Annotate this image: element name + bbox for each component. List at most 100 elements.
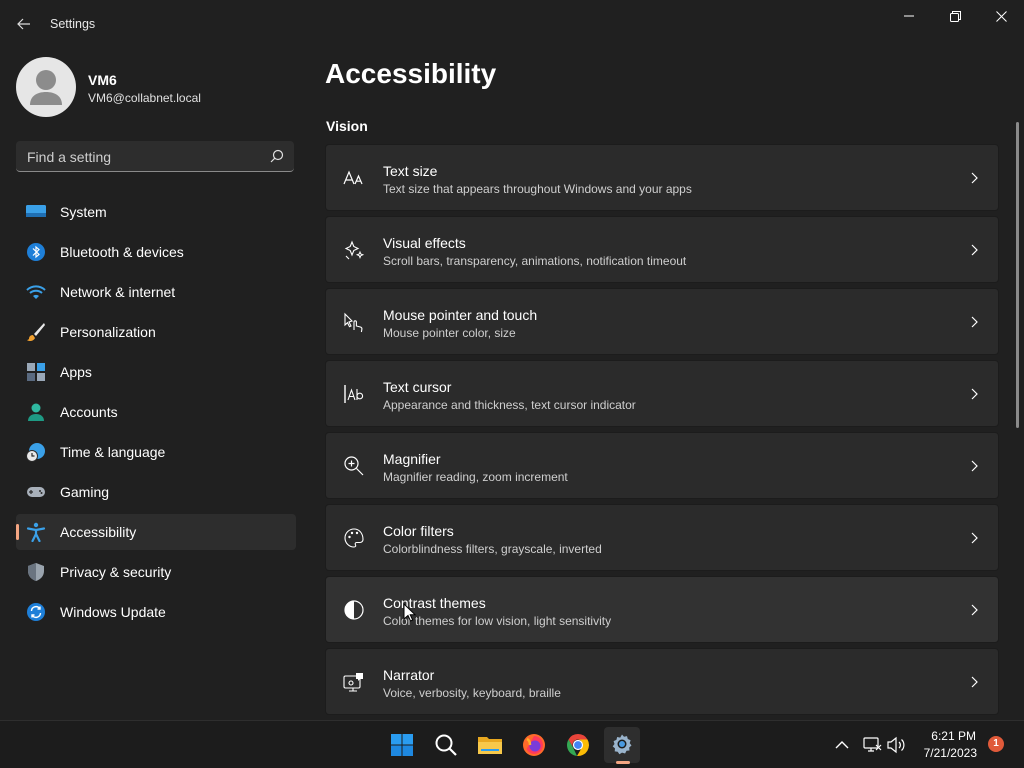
sidebar-item-label: Bluetooth & devices <box>60 244 184 260</box>
card-title: Color filters <box>383 523 454 539</box>
chevron-right-icon <box>971 388 978 400</box>
search-icon <box>270 149 284 163</box>
back-button[interactable] <box>10 12 38 36</box>
search-input[interactable] <box>16 141 269 173</box>
taskbar-search-button[interactable] <box>428 727 464 763</box>
card-title: Magnifier <box>383 451 441 467</box>
clock-time[interactable]: 6:21 PM <box>931 729 976 743</box>
chevron-right-icon <box>971 676 978 688</box>
magnifier-icon <box>344 456 364 476</box>
sidebar-item-label: System <box>60 204 107 220</box>
network-icon[interactable] <box>862 735 882 755</box>
settings-taskbar-button[interactable] <box>604 727 640 764</box>
palette-icon <box>344 528 364 548</box>
volume-icon[interactable] <box>886 735 906 755</box>
card-text-cursor[interactable]: Text cursor Appearance and thickness, te… <box>325 360 999 427</box>
file-explorer-icon <box>478 737 502 754</box>
sidebar-item-privacy[interactable]: Privacy & security <box>16 554 296 590</box>
active-app-indicator <box>616 761 630 764</box>
card-title: Text size <box>383 163 438 179</box>
sidebar-item-gaming[interactable]: Gaming <box>16 474 296 510</box>
chevron-right-icon <box>971 604 978 616</box>
sidebar-item-bluetooth[interactable]: Bluetooth & devices <box>16 234 296 270</box>
minimize-button[interactable] <box>886 0 932 32</box>
sidebar-item-system[interactable]: System <box>16 194 296 230</box>
settings-icon <box>612 734 632 755</box>
sidebar-item-label: Privacy & security <box>60 564 172 580</box>
card-visual-effects[interactable]: Visual effects Scroll bars, transparency… <box>325 216 999 283</box>
user-profile[interactable]: VM6 VM6@collabnet.local <box>16 57 296 117</box>
monitor-icon <box>26 205 46 217</box>
title-bar: Settings <box>0 0 1024 48</box>
card-subtitle: Colorblindness filters, grayscale, inver… <box>383 542 602 556</box>
gamepad-icon <box>27 487 45 497</box>
close-button[interactable] <box>978 0 1024 32</box>
user-avatar-icon <box>30 70 62 105</box>
file-explorer-button[interactable] <box>472 727 508 763</box>
search-icon <box>435 734 457 756</box>
card-title: Mouse pointer and touch <box>383 307 538 323</box>
apps-icon <box>27 363 45 381</box>
accessibility-icon <box>26 522 46 542</box>
close-icon <box>995 10 1007 22</box>
section-title-vision: Vision <box>326 118 368 134</box>
mouse-cursor-icon <box>403 603 417 622</box>
sidebar-item-label: Time & language <box>60 444 166 460</box>
firefox-button[interactable] <box>516 727 552 763</box>
text-size-icon <box>343 170 363 185</box>
restore-button[interactable] <box>932 0 978 32</box>
card-contrast-themes[interactable]: Contrast themes Color themes for low vis… <box>325 576 999 643</box>
card-title: Narrator <box>383 667 435 683</box>
sidebar-item-personalization[interactable]: Personalization <box>16 314 296 350</box>
sidebar-item-label: Network & internet <box>60 284 176 300</box>
card-subtitle: Color themes for low vision, light sensi… <box>383 614 612 628</box>
card-subtitle: Voice, verbosity, keyboard, braille <box>383 686 561 700</box>
sidebar-item-label: Gaming <box>60 484 110 500</box>
text-cursor-icon <box>344 385 364 403</box>
chevron-right-icon <box>971 244 978 256</box>
chevron-right-icon <box>971 316 978 328</box>
card-title: Text cursor <box>383 379 452 395</box>
card-mouse-pointer-touch[interactable]: Mouse pointer and touch Mouse pointer co… <box>325 288 999 355</box>
sidebar-item-network[interactable]: Network & internet <box>16 274 296 310</box>
settings-card-list: Text size Text size that appears through… <box>325 144 999 720</box>
sidebar-nav: System Bluetooth & devices Network & int… <box>16 194 296 634</box>
sparkle-icon <box>344 240 365 260</box>
notification-badge[interactable]: 1 <box>988 736 1004 752</box>
card-text-size[interactable]: Text size Text size that appears through… <box>325 144 999 211</box>
sidebar-item-label: Accounts <box>60 404 118 420</box>
user-email: VM6@collabnet.local <box>88 91 201 105</box>
sidebar-item-windows-update[interactable]: Windows Update <box>16 594 296 630</box>
sidebar-item-accessibility[interactable]: Accessibility <box>16 514 296 550</box>
sidebar-item-label: Personalization <box>60 324 156 340</box>
chevron-up-icon[interactable] <box>832 735 852 755</box>
shield-icon <box>28 563 44 581</box>
start-button[interactable] <box>384 727 420 763</box>
chrome-button[interactable] <box>560 727 596 763</box>
card-narrator[interactable]: Narrator Voice, verbosity, keyboard, bra… <box>325 648 999 715</box>
clock-date[interactable]: 7/21/2023 <box>924 746 977 760</box>
scrollbar[interactable] <box>1016 122 1019 428</box>
page-title: Accessibility <box>325 58 497 89</box>
card-subtitle: Appearance and thickness, text cursor in… <box>383 398 636 412</box>
sidebar-item-label: Apps <box>60 364 92 380</box>
card-color-filters[interactable]: Color filters Colorblindness filters, gr… <box>325 504 999 571</box>
chevron-right-icon <box>971 460 978 472</box>
card-magnifier[interactable]: Magnifier Magnifier reading, zoom increm… <box>325 432 999 499</box>
sidebar-item-accounts[interactable]: Accounts <box>16 394 296 430</box>
restore-icon <box>949 10 961 22</box>
sidebar-item-apps[interactable]: Apps <box>16 354 296 390</box>
search-box[interactable] <box>16 141 294 173</box>
update-icon <box>27 603 45 621</box>
user-name: VM6 <box>88 72 117 88</box>
chevron-right-icon <box>971 532 978 544</box>
back-arrow-icon <box>17 18 30 30</box>
contrast-icon <box>344 600 364 620</box>
avatar <box>16 57 76 117</box>
start-icon <box>391 734 413 756</box>
person-icon <box>28 403 44 421</box>
app-title: Settings <box>50 17 96 31</box>
sidebar-item-time-language[interactable]: Time & language <box>16 434 296 470</box>
card-title: Visual effects <box>383 235 466 251</box>
card-subtitle: Scroll bars, transparency, animations, n… <box>383 254 687 268</box>
